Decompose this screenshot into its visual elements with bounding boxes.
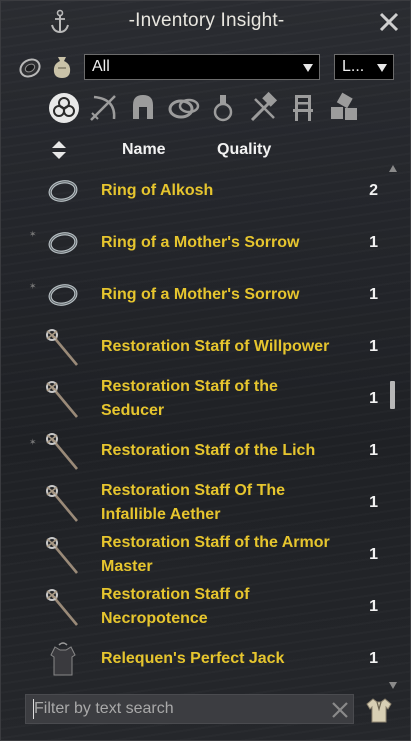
secondary-filter-value: L...	[342, 58, 365, 75]
dropdown-arrow-icon	[303, 64, 313, 72]
hammer-tools-icon[interactable]	[246, 91, 280, 125]
list-item[interactable]: ✶ Restoration Staff of the Lich 1	[1, 425, 386, 477]
item-count: 1	[369, 546, 378, 563]
item-count: 1	[369, 390, 378, 407]
bag-filter-value: All	[92, 58, 110, 75]
staff-icon	[39, 427, 87, 475]
ring-icon	[39, 167, 87, 215]
item-name: Restoration Staff of the Armor Master	[101, 534, 330, 575]
sort-icon[interactable]	[51, 140, 67, 160]
item-count: 2	[369, 182, 378, 199]
staff-icon	[39, 583, 87, 631]
item-count: 1	[369, 338, 378, 355]
quality-column-header[interactable]: Quality	[217, 141, 271, 159]
armor-set-icon[interactable]	[364, 695, 394, 725]
list-item[interactable]: Ring of Alkosh 2	[1, 165, 386, 217]
search-box	[25, 694, 354, 724]
clear-search-icon[interactable]	[330, 700, 350, 720]
item-name: Restoration Staff of the Lich	[101, 442, 316, 459]
item-name: Restoration Staff of the Seducer	[101, 378, 278, 419]
item-name: Restoration Staff of Necropotence	[101, 586, 250, 627]
jack-armor-icon	[39, 635, 87, 681]
list-item[interactable]: Restoration Staff of the Armor Master 1	[1, 529, 386, 581]
item-name: Restoration Staff of Willpower	[101, 338, 330, 355]
item-count: 1	[369, 650, 378, 667]
list-item[interactable]: ✶ Ring of a Mother's Sorrow 1	[1, 269, 386, 321]
list-item[interactable]: Restoration Staff of the Seducer 1	[1, 373, 386, 425]
window-title: -Inventory Insight-	[128, 10, 285, 31]
staff-icon	[39, 479, 87, 527]
dropdown-arrow-icon	[377, 64, 387, 72]
jewelry-icon[interactable]	[167, 91, 201, 125]
list-header: Name Quality	[1, 135, 411, 165]
name-column-header[interactable]: Name	[122, 141, 166, 159]
list-item[interactable]: Restoration Staff of Necropotence 1	[1, 581, 386, 633]
item-count: 1	[369, 286, 378, 303]
secondary-filter-dropdown[interactable]: L...	[334, 54, 394, 80]
item-count: 1	[369, 598, 378, 615]
list-item[interactable]: Restoration Staff of Willpower 1	[1, 321, 386, 373]
list-item[interactable]: Relequen's Perfect Jack 1	[1, 633, 386, 681]
filter-row: All L...	[1, 53, 411, 83]
scrollbar[interactable]	[386, 165, 400, 689]
chair-icon[interactable]	[286, 91, 320, 125]
item-count: 1	[369, 442, 378, 459]
item-name: Ring of a Mother's Sorrow	[101, 286, 300, 303]
inventory-insight-window: -Inventory Insight- All L... Name Qualit…	[0, 0, 411, 741]
bag-filter-dropdown[interactable]: All	[84, 54, 320, 80]
new-item-marker-icon: ✶	[29, 437, 37, 447]
list-item[interactable]: ✶ Ring of a Mother's Sorrow 1	[1, 217, 386, 269]
scroll-down-arrow-icon[interactable]	[389, 682, 397, 689]
staff-icon	[39, 531, 87, 579]
item-count: 1	[369, 234, 378, 251]
boxes-icon[interactable]	[327, 91, 361, 125]
item-name: Ring of Alkosh	[101, 182, 214, 199]
scroll-up-arrow-icon[interactable]	[389, 165, 397, 172]
search-input[interactable]	[34, 698, 324, 720]
ring-icon	[39, 271, 87, 319]
potion-icon[interactable]	[206, 91, 240, 125]
all-items-icon[interactable]	[47, 91, 81, 125]
new-item-marker-icon: ✶	[29, 281, 37, 291]
close-icon[interactable]	[377, 10, 401, 34]
scroll-thumb[interactable]	[390, 381, 395, 409]
crossed-weapons-icon[interactable]	[86, 91, 120, 125]
title-bar: -Inventory Insight-	[1, 1, 411, 43]
new-item-marker-icon: ✶	[29, 229, 37, 239]
ring-toggle-icon[interactable]	[18, 56, 42, 80]
helmet-icon[interactable]	[126, 91, 160, 125]
bag-icon[interactable]	[51, 54, 73, 80]
item-list: Ring of Alkosh 2 ✶ Ring of a Mother's Sorro…	[1, 165, 386, 681]
item-name: Restoration Staff Of The Infallible Aeth…	[101, 482, 286, 523]
ring-icon	[39, 219, 87, 267]
staff-icon	[39, 323, 87, 371]
staff-icon	[39, 375, 87, 423]
item-name: Ring of a Mother's Sorrow	[101, 234, 300, 251]
item-name: Relequen's Perfect Jack	[101, 650, 285, 667]
list-item[interactable]: Restoration Staff Of The Infallible Aeth…	[1, 477, 386, 529]
item-count: 1	[369, 494, 378, 511]
category-tabs	[1, 91, 411, 129]
